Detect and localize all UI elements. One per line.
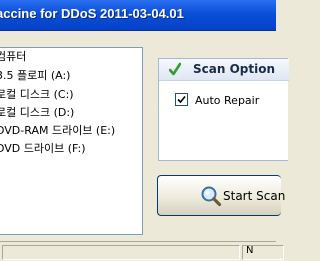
drive-label: DVD 드라이브 (F:)	[0, 142, 86, 155]
scan-option-header: Scan Option	[159, 59, 289, 81]
drive-label: 컴퓨터	[0, 50, 27, 63]
drive-label: 3.5 플로피 (A:)	[0, 69, 71, 82]
drive-label: DVD-RAM 드라이브 (E:)	[0, 124, 116, 137]
start-scan-button[interactable]: Start Scan	[157, 175, 285, 216]
drive-item-c[interactable]: 로컬 디스크 (C:)	[0, 87, 74, 103]
drive-item-d[interactable]: 로컬 디스크 (D:)	[0, 105, 74, 121]
scan-option-panel: Scan Option Auto Repair	[158, 58, 289, 161]
auto-repair-checkbox[interactable]	[175, 93, 188, 106]
status-bar: N	[0, 241, 284, 261]
checkmark-icon	[177, 95, 186, 104]
status-panel-main	[2, 245, 240, 260]
drive-item-computer[interactable]: 컴퓨터	[0, 49, 26, 65]
magnifier-icon	[201, 186, 222, 207]
drive-label: 로컬 디스크 (D:)	[0, 106, 75, 119]
window-title: accine for DDoS 2011-03-04.01	[0, 6, 184, 21]
auto-repair-label: Auto Repair	[195, 94, 260, 107]
scan-option-title: Scan Option	[193, 62, 276, 76]
drive-list-panel[interactable]: 컴퓨터 3.5 플로피 (A:) 로컬 디스크 (C:) 로컬 디스크 (D:)…	[0, 47, 143, 235]
auto-repair-option[interactable]: Auto Repair	[175, 93, 259, 107]
drive-label: 로컬 디스크 (C:)	[0, 88, 74, 101]
status-n-text: N	[246, 245, 254, 256]
drive-item-f[interactable]: DVD 드라이브 (F:)	[0, 141, 86, 157]
drive-item-e[interactable]: DVD-RAM 드라이브 (E:)	[0, 123, 115, 139]
drive-item-a[interactable]: 3.5 플로피 (A:)	[0, 68, 70, 84]
start-scan-label: Start Scan	[223, 189, 286, 203]
check-icon	[169, 62, 181, 76]
title-bar[interactable]: accine for DDoS 2011-03-04.01	[0, 0, 276, 31]
